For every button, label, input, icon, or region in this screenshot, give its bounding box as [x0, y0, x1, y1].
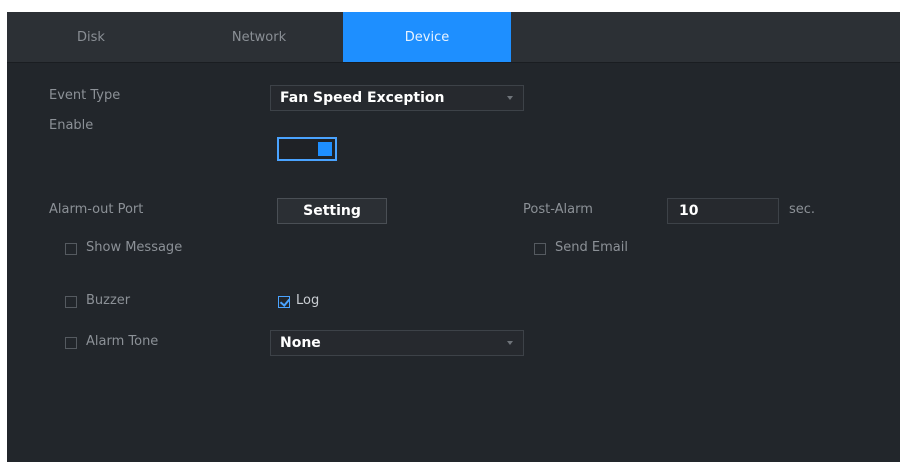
enable-toggle[interactable]	[277, 137, 337, 161]
alarm-tone-select[interactable]: None	[270, 330, 524, 356]
post-alarm-input[interactable]: 10	[667, 198, 779, 224]
send-email-label: Send Email	[555, 240, 628, 255]
alarm-tone-checkbox[interactable]	[65, 337, 77, 349]
event-type-label: Event Type	[49, 88, 121, 103]
chevron-down-icon	[507, 96, 513, 100]
alarm-tone-value: None	[280, 335, 321, 351]
tab-bar: Disk Network Device	[7, 12, 900, 63]
send-email-checkbox[interactable]	[534, 243, 546, 255]
log-label: Log	[296, 293, 320, 308]
buzzer-label: Buzzer	[86, 293, 131, 308]
event-type-value: Fan Speed Exception	[280, 90, 445, 106]
alarm-tone-label: Alarm Tone	[86, 334, 159, 349]
tab-disk[interactable]: Disk	[7, 12, 175, 62]
enable-label: Enable	[49, 118, 94, 133]
log-checkbox[interactable]	[278, 296, 290, 308]
alarm-out-port-label: Alarm-out Port	[49, 202, 144, 217]
tab-network[interactable]: Network	[175, 12, 343, 62]
chevron-down-icon	[507, 341, 513, 345]
tab-device[interactable]: Device	[343, 12, 511, 62]
alarm-out-setting-button[interactable]: Setting	[277, 198, 387, 224]
event-type-select[interactable]: Fan Speed Exception	[270, 85, 524, 111]
show-message-checkbox[interactable]	[65, 243, 77, 255]
event-settings-panel: Disk Network Device Event Type Fan Speed…	[7, 12, 900, 462]
post-alarm-unit: sec.	[789, 202, 816, 217]
toggle-knob	[318, 142, 332, 156]
buzzer-checkbox[interactable]	[65, 296, 77, 308]
post-alarm-label: Post-Alarm	[523, 202, 593, 217]
show-message-label: Show Message	[86, 240, 183, 255]
